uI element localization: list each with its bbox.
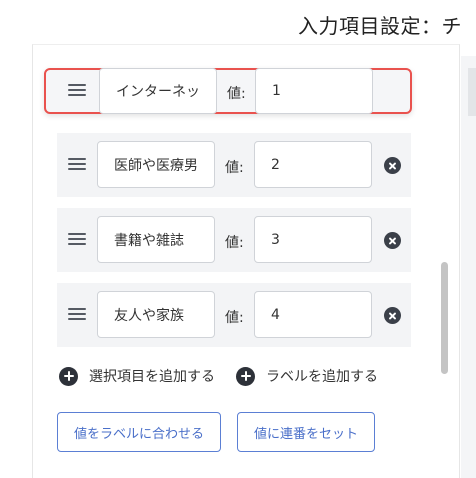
page: 入力項目設定：チ インターネッ 値: 1 医師や医療男 値: 2 書籍や雑誌 値… bbox=[0, 0, 476, 478]
adjacent-panel-edge bbox=[461, 56, 476, 478]
value-caption: 値: bbox=[227, 86, 246, 102]
value-caption: 値: bbox=[225, 235, 244, 251]
remove-icon[interactable] bbox=[384, 307, 401, 324]
option-value-field[interactable]: 2 bbox=[254, 141, 372, 188]
add-label-link[interactable]: ラベルを追加する bbox=[236, 366, 378, 386]
add-option-label: 選択項目を追加する bbox=[89, 369, 215, 385]
remove-icon[interactable] bbox=[384, 157, 401, 174]
list-item-4[interactable]: 友人や家族 値: 4 bbox=[57, 283, 411, 347]
option-value-field[interactable]: 3 bbox=[254, 216, 372, 263]
page-title: 入力項目設定：チ bbox=[298, 14, 462, 38]
drag-handle-icon[interactable] bbox=[68, 308, 86, 322]
drag-handle-icon[interactable] bbox=[68, 158, 86, 172]
plus-circle-icon bbox=[236, 366, 255, 386]
option-label-field[interactable]: 友人や家族 bbox=[97, 291, 215, 338]
add-label-label: ラベルを追加する bbox=[266, 369, 378, 385]
set-sequential-values-button[interactable]: 値に連番をセット bbox=[237, 412, 375, 452]
list-item-1[interactable]: インターネッ 値: 1 bbox=[44, 68, 412, 114]
list-item-2[interactable]: 医師や医療男 値: 2 bbox=[57, 133, 411, 197]
option-value-field[interactable]: 1 bbox=[255, 68, 373, 114]
option-value-field[interactable]: 4 bbox=[254, 291, 372, 338]
option-label-field[interactable]: 書籍や雑誌 bbox=[97, 216, 215, 263]
add-option-link[interactable]: 選択項目を追加する bbox=[59, 366, 215, 386]
remove-icon[interactable] bbox=[384, 232, 401, 249]
option-label-field[interactable]: インターネッ bbox=[99, 68, 217, 114]
option-label-field[interactable]: 医師や医療男 bbox=[97, 141, 215, 188]
scrollbar-thumb[interactable] bbox=[441, 262, 448, 374]
plus-circle-icon bbox=[59, 366, 78, 386]
match-values-to-labels-button[interactable]: 値をラベルに合わせる bbox=[57, 412, 221, 452]
value-caption: 値: bbox=[225, 160, 244, 176]
adjacent-panel-tab bbox=[468, 68, 476, 116]
drag-handle-icon[interactable] bbox=[68, 84, 86, 98]
value-caption: 値: bbox=[225, 310, 244, 326]
list-item-3[interactable]: 書籍や雑誌 値: 3 bbox=[57, 208, 411, 272]
drag-handle-icon[interactable] bbox=[68, 233, 86, 247]
